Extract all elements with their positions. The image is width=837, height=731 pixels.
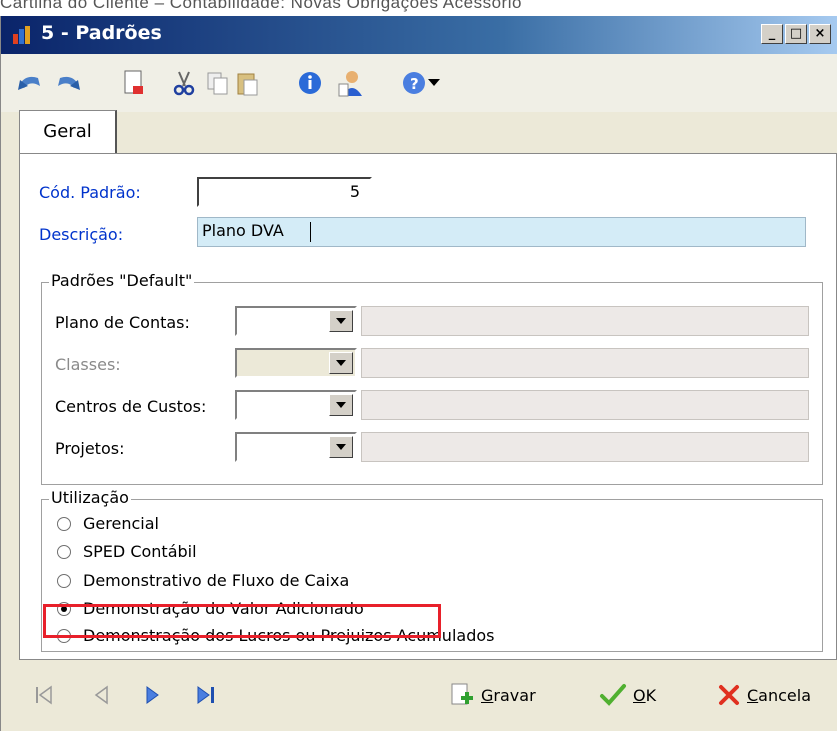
redo-icon[interactable]: [53, 68, 83, 98]
utilizacao-legend: Utilização: [49, 488, 131, 507]
cod-padrao-field[interactable]: 5: [197, 177, 372, 207]
centros-custos-description: [361, 390, 809, 420]
svg-text:?: ?: [410, 75, 419, 93]
projetos-label: Projetos:: [55, 439, 125, 458]
annotation-highlight-box: [43, 604, 441, 638]
cod-padrao-label: Cód. Padrão:: [39, 183, 141, 202]
checkmark-icon: [600, 684, 626, 706]
padroes-window: 5 - Padrões _ □ × ? Geral Cód. Padrão: 5…: [0, 16, 837, 731]
chevron-down-icon: [336, 360, 346, 366]
ok-label: OK: [633, 686, 656, 705]
descricao-value: Plano DVA: [202, 221, 284, 240]
next-record-icon[interactable]: [139, 682, 165, 708]
classes-dropdown-button[interactable]: [329, 352, 353, 374]
gravar-label-rest: ravar: [493, 685, 536, 705]
radio-button[interactable]: [57, 516, 71, 531]
projetos-description: [361, 432, 809, 462]
classes-label: Classes:: [55, 355, 121, 374]
projetos-combo[interactable]: [235, 432, 357, 462]
minimize-button[interactable]: _: [761, 24, 783, 44]
centros-custos-dropdown-button[interactable]: [329, 394, 353, 416]
tab-geral[interactable]: Geral: [19, 110, 117, 154]
projetos-dropdown-button[interactable]: [329, 436, 353, 458]
maximize-icon: □: [789, 26, 803, 41]
radio-option-sped[interactable]: SPED Contábil: [57, 542, 197, 561]
centros-custos-combo[interactable]: [235, 390, 357, 420]
user-icon[interactable]: [335, 68, 365, 98]
toolbar: ?: [1, 54, 837, 112]
cancel-x-icon: [719, 685, 739, 705]
paste-icon[interactable]: [233, 68, 263, 98]
cancela-label-rest: ancela: [758, 685, 812, 705]
minimize-icon: _: [768, 26, 776, 41]
copy-icon[interactable]: [203, 68, 233, 98]
ok-mnemonic: O: [633, 685, 646, 705]
chevron-down-icon: [336, 444, 346, 450]
previous-record-icon[interactable]: [89, 682, 115, 708]
chevron-down-icon: [336, 318, 346, 324]
info-icon[interactable]: [295, 68, 325, 98]
plano-contas-dropdown-button[interactable]: [329, 310, 353, 332]
cut-icon[interactable]: [169, 68, 199, 98]
radio-option-gerencial[interactable]: Gerencial: [57, 514, 159, 533]
gravar-mnemonic: G: [481, 685, 494, 705]
cancela-label: Cancela: [747, 686, 811, 705]
ok-label-rest: K: [645, 685, 657, 705]
radio-label: SPED Contábil: [83, 542, 197, 561]
radio-button[interactable]: [57, 573, 71, 588]
close-button[interactable]: ×: [809, 24, 831, 44]
title-bar[interactable]: 5 - Padrões _ □ ×: [1, 16, 837, 54]
defaults-legend: Padrões "Default": [49, 271, 195, 290]
last-record-icon[interactable]: [193, 682, 219, 708]
first-record-icon[interactable]: [31, 682, 57, 708]
gravar-button[interactable]: Gravar: [449, 678, 536, 712]
plano-contas-description: [361, 306, 809, 336]
dropdown-arrow-icon[interactable]: [425, 68, 443, 98]
radio-button[interactable]: [57, 544, 71, 559]
window-title: 5 - Padrões: [41, 22, 162, 44]
classes-description: [361, 348, 809, 378]
ok-button[interactable]: OK: [599, 678, 656, 712]
centros-custos-label: Centros de Custos:: [55, 397, 207, 416]
cod-padrao-value: 5: [349, 182, 360, 201]
radio-option-fluxo-caixa[interactable]: Demonstrativo de Fluxo de Caixa: [57, 571, 349, 590]
gravar-label: Gravar: [481, 686, 536, 705]
bottom-bar: Gravar OK Cancela: [1, 660, 837, 731]
cancela-button[interactable]: Cancela: [717, 678, 811, 712]
close-icon: ×: [814, 26, 826, 41]
undo-icon[interactable]: [15, 68, 45, 98]
classes-combo[interactable]: [235, 348, 357, 378]
save-document-icon: [451, 683, 473, 705]
descricao-label: Descrição:: [39, 225, 124, 244]
new-document-icon[interactable]: [119, 68, 149, 98]
radio-label: Demonstrativo de Fluxo de Caixa: [83, 571, 350, 590]
document-caption: Cartilha do Cliente – Contabilidade: Nov…: [0, 0, 522, 12]
text-cursor: [310, 222, 311, 242]
app-icon: [13, 26, 30, 44]
chevron-down-icon: [336, 402, 346, 408]
plano-contas-label: Plano de Contas:: [55, 313, 190, 332]
plano-contas-combo[interactable]: [235, 306, 357, 336]
maximize-button[interactable]: □: [785, 24, 807, 44]
cancela-mnemonic: C: [747, 685, 759, 705]
tab-geral-label: Geral: [43, 121, 92, 142]
radio-label: Gerencial: [83, 514, 159, 533]
descricao-field[interactable]: Plano DVA: [197, 217, 806, 247]
